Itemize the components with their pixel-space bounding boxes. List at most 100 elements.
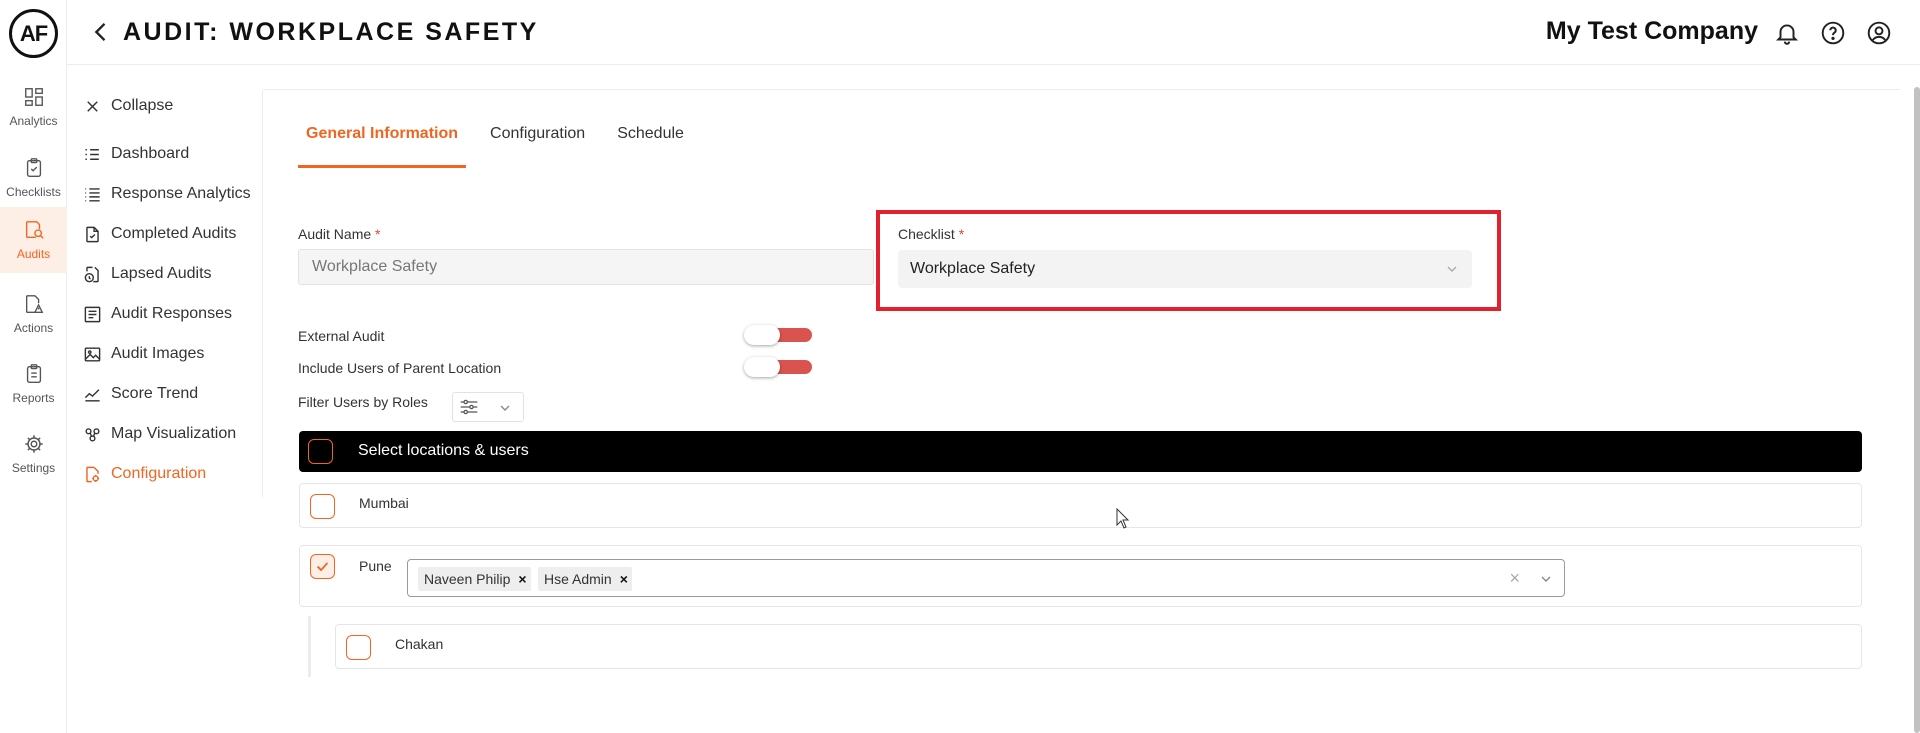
subnav-item-label: Lapsed Audits xyxy=(111,265,212,282)
subnav-item-audit-responses[interactable]: Audit Responses xyxy=(83,300,232,328)
location-checkbox-mumbai[interactable] xyxy=(310,494,335,519)
location-name: Chakan xyxy=(395,636,444,652)
icon-rail: AF Analytics Checklists Audits Actions R… xyxy=(0,0,67,733)
rail-item-reports[interactable]: Reports xyxy=(0,351,67,417)
tab-schedule[interactable]: Schedule xyxy=(609,120,692,168)
tab-configuration[interactable]: Configuration xyxy=(482,120,593,168)
subnav-item-label: Audit Images xyxy=(111,345,205,362)
gear-icon xyxy=(24,435,43,453)
bullet-list-icon xyxy=(85,187,100,202)
subnav-item-label: Response Analytics xyxy=(111,185,251,202)
close-icon xyxy=(87,100,98,112)
audit-name-field[interactable]: Workplace Safety xyxy=(298,249,874,285)
required-mark: * xyxy=(958,226,965,242)
hierarchy-line xyxy=(308,616,311,677)
subnav-item-score-trend[interactable]: Score Trend xyxy=(83,380,198,408)
external-audit-label: External Audit xyxy=(298,328,385,344)
rail-item-checklists[interactable]: Checklists xyxy=(0,145,67,211)
subnav-item-map-visualization[interactable]: Map Visualization xyxy=(83,420,236,448)
required-mark: * xyxy=(375,226,381,242)
user-chip: Hse Admin × xyxy=(538,567,632,591)
actions-icon xyxy=(25,295,43,313)
rail-item-label: Analytics xyxy=(9,114,58,128)
remove-chip-icon[interactable]: × xyxy=(518,571,526,587)
image-icon xyxy=(84,346,101,362)
audit-name-label: Audit Name * xyxy=(298,226,381,242)
checklist-icon xyxy=(26,158,41,177)
subnav-item-label: Audit Responses xyxy=(111,305,232,322)
checkmark-icon xyxy=(316,562,329,572)
subnav-item-configuration[interactable]: Configuration xyxy=(83,460,206,488)
rail-item-audits[interactable]: Audits xyxy=(0,207,67,273)
toggle-knob xyxy=(744,357,780,377)
document-clock-icon xyxy=(84,266,99,282)
responses-icon xyxy=(84,306,101,322)
rail-item-label: Actions xyxy=(13,321,54,335)
subnav-item-label: Map Visualization xyxy=(111,425,237,442)
scrollbar[interactable] xyxy=(1914,87,1920,733)
rail-item-actions[interactable]: Actions xyxy=(0,281,67,347)
subnav-item-label: Completed Audits xyxy=(111,225,237,242)
rail-item-settings[interactable]: Settings xyxy=(0,421,67,487)
rail-item-label: Checklists xyxy=(6,185,61,199)
location-checkbox-chakan[interactable] xyxy=(346,635,371,660)
rail-item-label: Reports xyxy=(12,391,55,405)
filter-roles-dropdown[interactable] xyxy=(452,392,524,422)
secondary-nav: Collapse Dashboard Response Analytics Co… xyxy=(67,90,263,497)
tab-bar: General Information Configuration Schedu… xyxy=(298,120,708,168)
subnav-item-label: Dashboard xyxy=(111,145,190,162)
select-locations-header[interactable]: Select locations & users xyxy=(299,431,1862,472)
rail-item-label: Audits xyxy=(16,247,51,261)
location-row-mumbai: Mumbai xyxy=(299,483,1862,528)
brand-logo[interactable]: AF xyxy=(9,9,58,58)
toggle-knob xyxy=(744,325,780,345)
collapse-button[interactable]: Collapse xyxy=(83,92,173,120)
subnav-item-completed-audits[interactable]: Completed Audits xyxy=(83,220,236,248)
location-name: Pune xyxy=(359,558,392,574)
document-gear-icon xyxy=(86,466,100,482)
mouse-cursor-icon xyxy=(1116,508,1130,529)
subnav-item-dashboard[interactable]: Dashboard xyxy=(83,140,189,168)
subnav-item-audit-images[interactable]: Audit Images xyxy=(83,340,204,368)
bell-icon[interactable] xyxy=(1774,20,1800,46)
help-icon[interactable] xyxy=(1820,20,1846,46)
checklist-select[interactable]: Workplace Safety xyxy=(898,250,1472,288)
tab-general-information[interactable]: General Information xyxy=(298,120,467,168)
select-locations-label: Select locations & users xyxy=(358,442,529,459)
list-icon xyxy=(85,148,99,160)
user-chip-label: Hse Admin xyxy=(544,571,612,587)
chevron-down-icon xyxy=(500,405,510,411)
location-checkbox-pune[interactable] xyxy=(310,554,335,579)
analytics-icon xyxy=(24,88,43,106)
filter-roles-label: Filter Users by Roles xyxy=(298,394,428,410)
subnav-item-label: Score Trend xyxy=(111,385,199,402)
subnav-item-label: Configuration xyxy=(111,465,207,482)
top-header: AUDIT: WORKPLACE SAFETY My Test Company xyxy=(67,0,1920,65)
external-audit-toggle[interactable] xyxy=(744,325,812,345)
subnav-item-lapsed-audits[interactable]: Lapsed Audits xyxy=(83,260,212,288)
pune-users-select[interactable]: Naveen Philip × Hse Admin × × xyxy=(407,559,1565,597)
checklist-label: Checklist * xyxy=(898,226,965,242)
include-parent-users-toggle[interactable] xyxy=(744,357,812,377)
rail-item-analytics[interactable]: Analytics xyxy=(0,74,67,140)
include-parent-users-label: Include Users of Parent Location xyxy=(298,360,502,376)
user-chip: Naveen Philip × xyxy=(418,567,531,591)
chevron-down-icon[interactable] xyxy=(1538,571,1554,587)
back-arrow-icon[interactable] xyxy=(87,18,115,46)
chevron-down-icon xyxy=(1447,266,1457,272)
checklist-selected-value: Workplace Safety xyxy=(910,260,1036,277)
user-chip-label: Naveen Philip xyxy=(424,571,511,587)
remove-chip-icon[interactable]: × xyxy=(620,571,628,587)
rail-item-label: Settings xyxy=(11,461,56,475)
location-row-chakan: Chakan xyxy=(335,624,1862,669)
user-profile-icon[interactable] xyxy=(1866,20,1892,46)
company-name: My Test Company xyxy=(1545,17,1758,45)
sliders-icon xyxy=(460,399,478,415)
reports-icon xyxy=(26,364,41,383)
clear-icon[interactable]: × xyxy=(1509,568,1520,589)
content-divider xyxy=(263,89,1900,90)
subnav-item-response-analytics[interactable]: Response Analytics xyxy=(83,180,251,208)
map-pin-icon xyxy=(85,427,100,442)
audit-icon xyxy=(25,221,44,239)
select-all-checkbox[interactable] xyxy=(308,439,333,464)
